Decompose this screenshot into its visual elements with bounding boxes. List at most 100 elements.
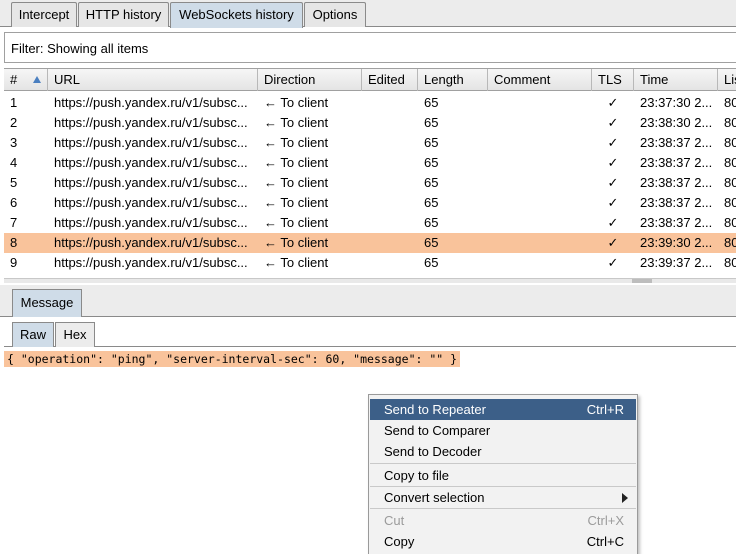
menu-item-copy-to-file[interactable]: Copy to file bbox=[370, 465, 636, 486]
cell-tls: ✓ bbox=[607, 95, 619, 110]
menu-item-convert-selection[interactable]: Convert selection bbox=[370, 487, 636, 508]
cell-edited bbox=[362, 193, 418, 213]
cell-tls: ✓ bbox=[607, 135, 619, 150]
menu-item-send-to-decoder[interactable]: Send to Decoder bbox=[370, 441, 636, 462]
column-header-comment[interactable]: Comment bbox=[488, 69, 592, 91]
cell-url: https://push.yandex.ru/v1/subsc... bbox=[54, 135, 248, 150]
cell-url: https://push.yandex.ru/v1/subsc... bbox=[54, 155, 248, 170]
cell-tls: ✓ bbox=[607, 195, 619, 210]
column-header-length[interactable]: Length bbox=[418, 69, 488, 91]
column-header-time[interactable]: Time bbox=[634, 69, 718, 91]
table-row[interactable]: 9 https://push.yandex.ru/v1/subsc... ← To … bbox=[4, 253, 736, 273]
filter-bar[interactable]: Filter: Showing all items bbox=[4, 32, 736, 63]
cell-direction: ← To client bbox=[264, 115, 329, 130]
column-header-direction[interactable]: Direction bbox=[258, 69, 362, 91]
shortcut-label: Ctrl+X bbox=[587, 513, 624, 528]
cell-comment bbox=[488, 213, 592, 233]
cell-url: https://push.yandex.ru/v1/subsc... bbox=[54, 115, 248, 130]
table-row[interactable]: 5 https://push.yandex.ru/v1/subsc... ← To … bbox=[4, 173, 736, 193]
tab-options[interactable]: Options bbox=[304, 2, 366, 27]
top-tab-bar: Intercept HTTP history WebSockets histor… bbox=[0, 0, 736, 28]
cell-tls: ✓ bbox=[607, 235, 619, 250]
table-row[interactable]: 4 https://push.yandex.ru/v1/subsc... ← To … bbox=[4, 153, 736, 173]
cell-listener: 80 bbox=[724, 255, 736, 270]
websockets-history-table: # URL Direction Edited Length Comment TL… bbox=[4, 68, 736, 278]
cell-direction: ← To client bbox=[264, 215, 329, 230]
menu-item-send-to-repeater[interactable]: Send to Repeater Ctrl+R bbox=[370, 399, 636, 420]
cell-comment bbox=[488, 133, 592, 153]
cell-comment bbox=[488, 113, 592, 133]
cell-direction: ← To client bbox=[264, 135, 329, 150]
shortcut-label: Ctrl+C bbox=[586, 534, 624, 549]
cell-edited bbox=[362, 213, 418, 233]
cell-url: https://push.yandex.ru/v1/subsc... bbox=[54, 95, 248, 110]
tab-intercept[interactable]: Intercept bbox=[11, 2, 77, 27]
cell-listener: 80 bbox=[724, 115, 736, 130]
cell-direction: ← To client bbox=[264, 195, 329, 210]
cell-tls: ✓ bbox=[607, 115, 619, 130]
cell-tls: ✓ bbox=[607, 215, 619, 230]
menu-item-send-to-comparer[interactable]: Send to Comparer bbox=[370, 420, 636, 441]
menu-separator bbox=[370, 508, 636, 509]
table-row[interactable]: 1 https://push.yandex.ru/v1/subsc... ← To … bbox=[4, 93, 736, 113]
cell-tls: ✓ bbox=[607, 175, 619, 190]
cell-length: 65 bbox=[424, 235, 439, 250]
context-menu: Send to Repeater Ctrl+R Send to Comparer … bbox=[368, 394, 638, 554]
scrollbar-thumb[interactable] bbox=[632, 279, 652, 283]
horizontal-scrollbar[interactable] bbox=[4, 278, 736, 283]
cell-comment bbox=[488, 253, 592, 273]
cell-num: 8 bbox=[10, 235, 18, 250]
cell-edited bbox=[362, 253, 418, 273]
cell-length: 65 bbox=[424, 175, 439, 190]
cell-comment bbox=[488, 153, 592, 173]
cell-num: 1 bbox=[10, 95, 18, 110]
menu-item-copy[interactable]: Copy Ctrl+C bbox=[370, 531, 636, 552]
cell-edited bbox=[362, 233, 418, 253]
cell-direction: ← To client bbox=[264, 235, 329, 250]
tab-raw[interactable]: Raw bbox=[12, 322, 54, 347]
tab-message[interactable]: Message bbox=[12, 289, 82, 317]
table-row[interactable]: 8 https://push.yandex.ru/v1/subsc... ← To … bbox=[4, 233, 736, 253]
cell-direction: ← To client bbox=[264, 175, 329, 190]
cell-url: https://push.yandex.ru/v1/subsc... bbox=[54, 215, 248, 230]
cell-tls: ✓ bbox=[607, 155, 619, 170]
message-payload[interactable]: { "operation": "ping", "server-interval-… bbox=[4, 351, 461, 367]
table-row[interactable]: 3 https://push.yandex.ru/v1/subsc... ← To … bbox=[4, 133, 736, 153]
cell-length: 65 bbox=[424, 155, 439, 170]
cell-time: 23:38:37 2... bbox=[640, 175, 713, 190]
column-header-edited[interactable]: Edited bbox=[362, 69, 418, 91]
shortcut-label: Ctrl+R bbox=[586, 402, 624, 417]
cell-time: 23:37:30 2... bbox=[640, 95, 713, 110]
cell-num: 5 bbox=[10, 175, 18, 190]
submenu-arrow-icon bbox=[622, 493, 628, 503]
table-row[interactable]: 2 https://push.yandex.ru/v1/subsc... ← To … bbox=[4, 113, 736, 133]
view-tab-bar: Raw Hex bbox=[4, 320, 736, 347]
column-header-listener[interactable]: Lis bbox=[718, 69, 736, 91]
cell-comment bbox=[488, 193, 592, 213]
column-header-url[interactable]: URL bbox=[48, 69, 258, 91]
cell-time: 23:39:30 2... bbox=[640, 235, 713, 250]
tab-http-history[interactable]: HTTP history bbox=[78, 2, 169, 27]
table-header: # URL Direction Edited Length Comment TL… bbox=[4, 69, 736, 91]
table-row[interactable]: 7 https://push.yandex.ru/v1/subsc... ← To … bbox=[4, 213, 736, 233]
cell-num: 3 bbox=[10, 135, 18, 150]
cell-num: 9 bbox=[10, 255, 18, 270]
cell-edited bbox=[362, 93, 418, 113]
cell-tls: ✓ bbox=[607, 255, 619, 270]
cell-num: 6 bbox=[10, 195, 18, 210]
cell-edited bbox=[362, 113, 418, 133]
cell-listener: 80 bbox=[724, 155, 736, 170]
column-header-number[interactable]: # bbox=[4, 69, 48, 91]
cell-direction: ← To client bbox=[264, 95, 329, 110]
column-header-tls[interactable]: TLS bbox=[592, 69, 634, 91]
cell-edited bbox=[362, 173, 418, 193]
tab-websockets-history[interactable]: WebSockets history bbox=[170, 2, 303, 28]
cell-url: https://push.yandex.ru/v1/subsc... bbox=[54, 175, 248, 190]
table-row[interactable]: 6 https://push.yandex.ru/v1/subsc... ← To … bbox=[4, 193, 736, 213]
cell-listener: 80 bbox=[724, 215, 736, 230]
cell-comment bbox=[488, 173, 592, 193]
tab-hex[interactable]: Hex bbox=[55, 322, 95, 347]
cell-length: 65 bbox=[424, 195, 439, 210]
cell-edited bbox=[362, 133, 418, 153]
cell-direction: ← To client bbox=[264, 155, 329, 170]
